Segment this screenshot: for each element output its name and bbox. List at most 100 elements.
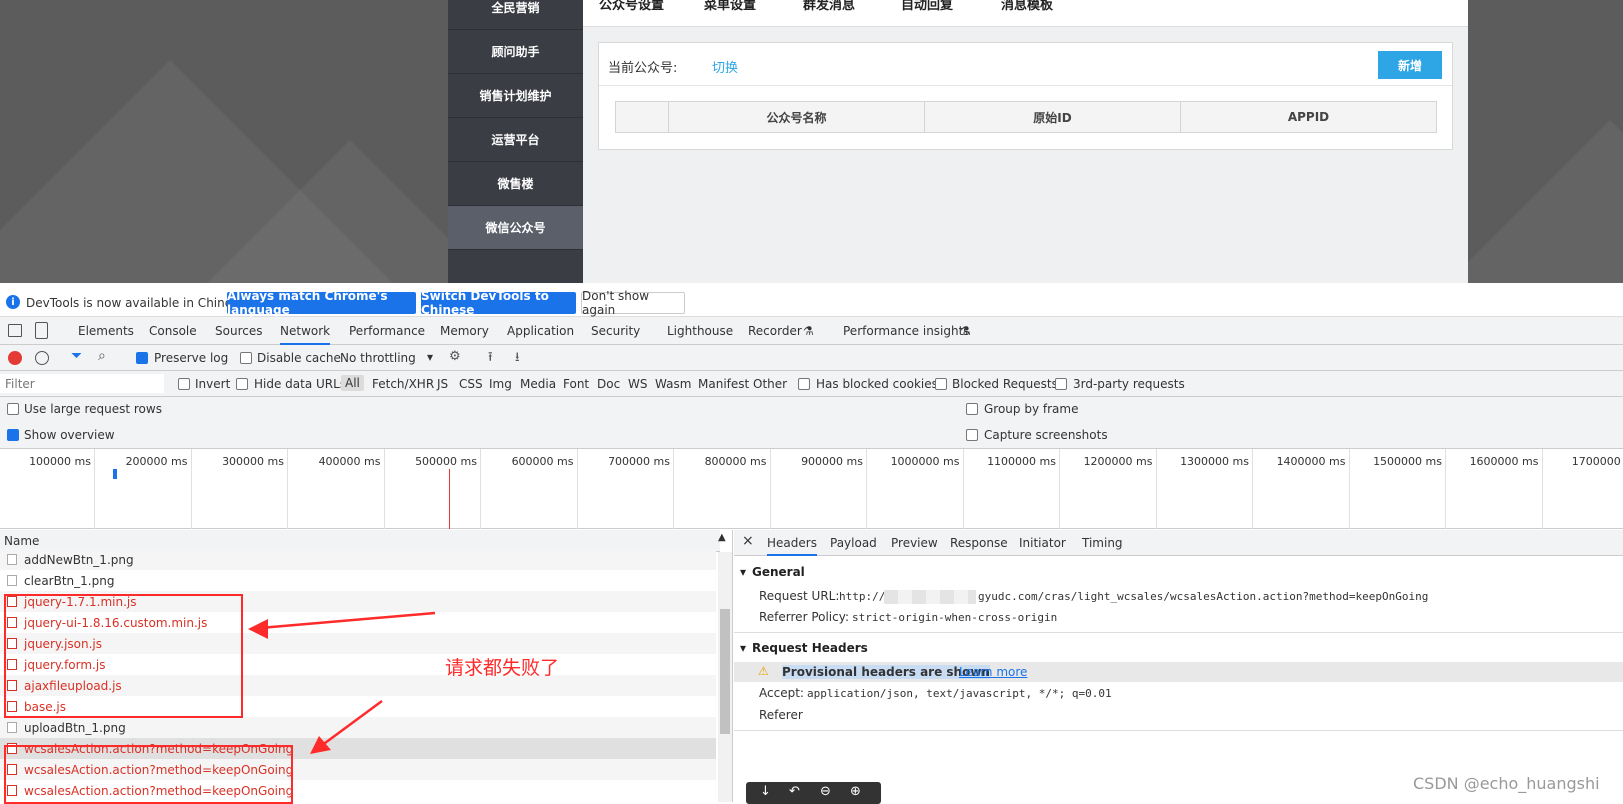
type-filter-img[interactable]: Img [489,377,512,391]
request-row[interactable]: uploadBtn_1.png [0,717,716,738]
clear-icon[interactable] [35,351,49,365]
filter-input[interactable] [0,374,164,393]
tab-performance-insights[interactable]: Performance insights [843,324,970,338]
type-filter-media[interactable]: Media [520,377,556,391]
highlight-box [4,745,293,804]
filter-bar: Invert Hide data URLs All Fetch/XHR JS C… [0,371,1623,397]
invert-checkbox[interactable] [178,378,190,390]
blocked-requests-label: Blocked Requests [952,377,1058,391]
type-filter-manifest[interactable]: Manifest [698,377,749,391]
load-event-marker [449,469,450,529]
capture-screenshots-checkbox[interactable] [966,429,978,441]
tab-application[interactable]: Application [507,324,574,338]
undo-icon[interactable]: ↶ [789,784,800,799]
add-button[interactable]: 新增 [1378,51,1442,79]
tab-preview[interactable]: Preview [891,536,938,550]
timeline-tick-label: 900000 ms [801,455,863,468]
has-blocked-cookies-checkbox[interactable] [798,378,810,390]
group-by-frame-checkbox[interactable] [966,403,978,415]
sidebar-item-micro-sales[interactable]: 微售楼 [448,162,583,206]
tab-broadcast[interactable]: 群发消息 [803,0,855,13]
timeline-tick-label: 1600000 ms [1469,455,1539,468]
current-account-label: 当前公众号: [608,61,678,76]
tab-security[interactable]: Security [591,324,640,338]
search-icon[interactable]: ⌕ [98,348,106,364]
sidebar-item-advisor[interactable]: 顾问助手 [448,30,583,74]
request-row[interactable]: addNewBtn_1.png [0,549,716,570]
tab-response[interactable]: Response [950,536,1008,550]
type-filter-wasm[interactable]: Wasm [655,377,691,391]
tab-network[interactable]: Network [280,324,331,345]
table-header-cell [616,102,669,132]
record-icon[interactable] [8,351,22,365]
tab-menu-settings[interactable]: 菜单设置 [704,0,756,13]
type-filter-other[interactable]: Other [753,377,787,391]
request-row[interactable]: clearBtn_1.png [0,570,716,591]
table-header-cell: 原始ID [925,102,1181,132]
tab-initiator[interactable]: Initiator [1019,536,1066,550]
disable-cache-checkbox[interactable] [240,352,252,364]
tab-timing[interactable]: Timing [1082,536,1123,550]
tab-elements[interactable]: Elements [78,324,134,338]
switch-to-chinese-button[interactable]: Switch DevTools to Chinese [421,289,576,317]
type-filter-css[interactable]: CSS [459,377,483,391]
sidebar-item-quanmin[interactable]: 全民营销 [448,0,583,30]
close-icon[interactable]: × [742,533,754,549]
request-url-prefix: http:// [839,590,886,603]
preserve-log-checkbox[interactable] [136,352,148,364]
triangle-down-icon[interactable]: ▾ [740,641,746,655]
table-header-cell: 公众号名称 [669,102,925,132]
tab-message-template[interactable]: 消息模板 [1001,0,1053,13]
request-name: addNewBtn_1.png [24,552,134,567]
third-party-checkbox[interactable] [1055,378,1067,390]
timeline-tick-label: 700000 ms [608,455,670,468]
hide-data-urls-checkbox[interactable] [236,378,248,390]
inspect-element-icon[interactable] [8,324,22,337]
type-filter-font[interactable]: Font [563,377,589,391]
scrollbar-thumb[interactable] [720,609,730,734]
sidebar-item-sales-plan[interactable]: 销售计划维护 [448,74,583,118]
zoom-out-icon[interactable]: ⊖ [820,784,831,799]
type-filter-doc[interactable]: Doc [597,377,620,391]
floating-toolbar: ↓ ↶ ⊖ ⊕ [746,782,881,804]
tab-account-settings[interactable]: 公众号设置 [599,0,664,13]
sidebar-item-operations[interactable]: 运营平台 [448,118,583,162]
download-icon[interactable]: ↓ [760,784,771,799]
request-list-scrollbar[interactable] [718,552,732,802]
match-language-button[interactable]: Always match Chrome's language [227,289,416,317]
triangle-down-icon[interactable]: ▾ [740,565,746,579]
zoom-in-icon[interactable]: ⊕ [850,784,861,799]
request-headers-title[interactable]: Request Headers [752,641,868,655]
large-rows-checkbox[interactable] [7,403,19,415]
overview-timeline[interactable]: 100000 ms 200000 ms 300000 ms 400000 ms 5000… [0,449,1623,529]
tab-sources[interactable]: Sources [215,324,262,338]
show-overview-checkbox[interactable] [7,429,19,441]
type-filter-js[interactable]: JS [437,377,448,391]
general-section-title[interactable]: General [752,565,805,579]
tab-lighthouse[interactable]: Lighthouse [667,324,733,338]
learn-more-link[interactable]: Learn more [959,665,1027,679]
tab-auto-reply[interactable]: 自动回复 [901,0,953,13]
tab-memory[interactable]: Memory [440,324,489,338]
dont-show-again-button[interactable]: Don't show again [581,289,685,317]
switch-link[interactable]: 切换 [712,57,738,76]
blocked-requests-checkbox[interactable] [935,378,947,390]
device-toolbar-icon[interactable] [35,322,48,339]
network-conditions-icon[interactable]: ⚙ [449,349,461,364]
tab-payload[interactable]: Payload [830,536,877,550]
type-filter-fetch[interactable]: Fetch/XHR [372,377,434,391]
type-filter-all[interactable]: All [341,375,364,391]
type-filter-ws[interactable]: WS [628,377,647,391]
file-icon [7,575,17,586]
tab-recorder[interactable]: Recorder [748,324,802,338]
column-name[interactable]: Name [4,534,39,548]
tab-headers[interactable]: Headers [767,536,817,556]
import-har-icon[interactable]: ⭱ [488,348,493,370]
tab-console[interactable]: Console [149,324,197,338]
export-har-icon[interactable]: ⭳ [515,348,520,370]
tab-performance[interactable]: Performance [349,324,425,338]
sort-up-icon[interactable]: ▲ [718,532,726,543]
sidebar-item-wechat-account[interactable]: 微信公众号 [448,206,583,250]
throttling-select[interactable]: No throttling [340,351,416,365]
filter-icon[interactable]: ⏷ [71,348,82,364]
